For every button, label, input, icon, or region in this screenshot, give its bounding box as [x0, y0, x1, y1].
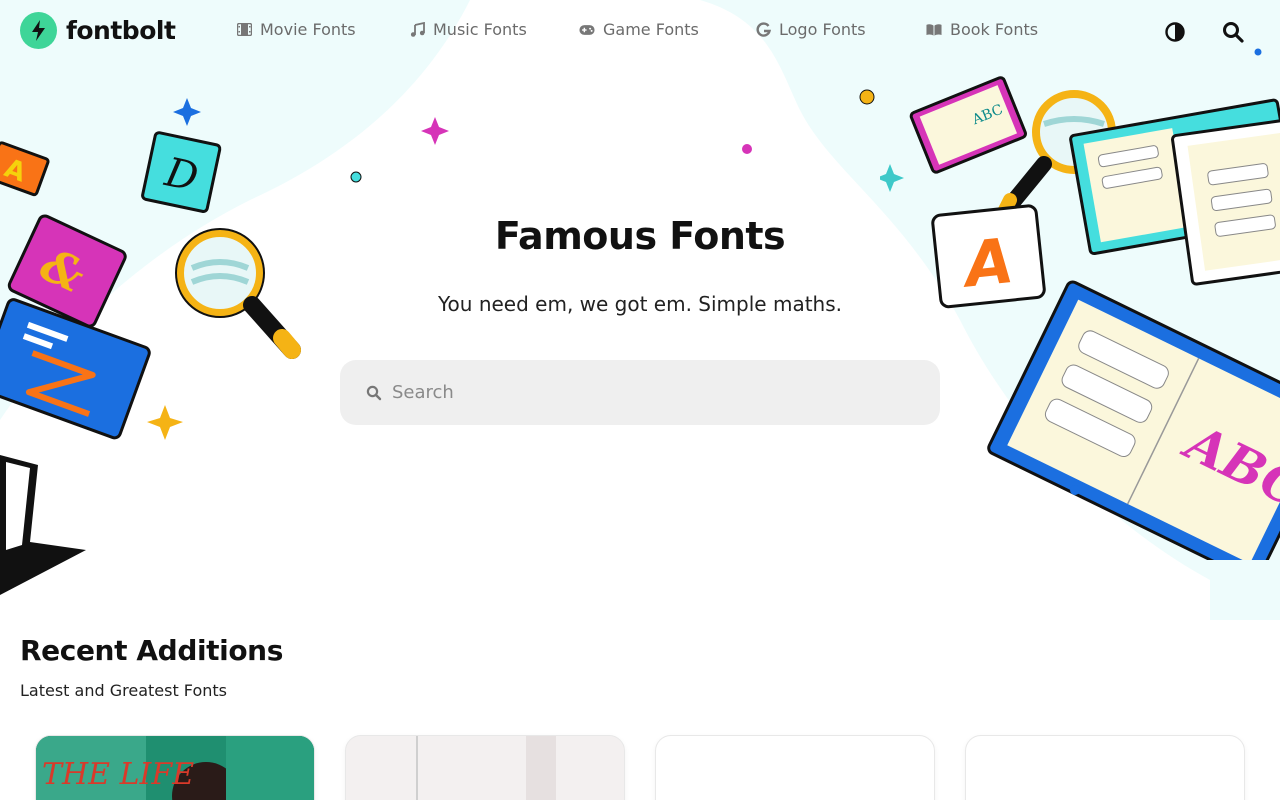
- nav-movie-fonts[interactable]: Movie Fonts: [236, 20, 356, 39]
- font-card[interactable]: THE LIFE: [35, 735, 315, 800]
- contrast-icon: [1165, 22, 1185, 42]
- hero-illustration-center: [350, 89, 875, 183]
- recent-additions-title: Recent Additions: [20, 634, 283, 667]
- music-note-icon: [409, 22, 425, 38]
- site-header: fontbolt Movie Fonts Music Fonts Game Fo…: [0, 0, 1280, 64]
- nav-label: Logo Fonts: [779, 20, 866, 39]
- search-icon: [366, 385, 382, 400]
- search-icon: [1223, 22, 1244, 43]
- nav-book-fonts[interactable]: Book Fonts: [926, 20, 1038, 39]
- logo[interactable]: fontbolt: [20, 12, 176, 49]
- hero-title: Famous Fonts: [494, 214, 786, 258]
- hero-subtitle: You need em, we got em. Simple maths.: [437, 292, 842, 316]
- nav-music-fonts[interactable]: Music Fonts: [409, 20, 527, 39]
- nav-label: Game Fonts: [603, 20, 699, 39]
- font-card-image: [346, 736, 624, 800]
- film-icon: [236, 22, 252, 38]
- recent-additions-subtitle: Latest and Greatest Fonts: [20, 681, 227, 700]
- lightning-bolt-icon: [20, 12, 57, 49]
- g-letter-icon: [755, 22, 771, 38]
- font-card[interactable]: [345, 735, 625, 800]
- font-card-image: THE LIFE: [36, 736, 314, 800]
- nav-label: Music Fonts: [433, 20, 527, 39]
- nav-label: Book Fonts: [950, 20, 1039, 39]
- font-card[interactable]: [655, 735, 935, 800]
- nav-label: Movie Fonts: [260, 20, 356, 39]
- nav-game-fonts[interactable]: Game Fonts: [579, 20, 699, 39]
- header-search-button[interactable]: [1222, 21, 1244, 43]
- hero-search-box[interactable]: [340, 360, 940, 425]
- nav-logo-fonts[interactable]: Logo Fonts: [755, 20, 866, 39]
- font-card[interactable]: [965, 735, 1245, 800]
- hero-illustration-left: A D &: [0, 98, 301, 595]
- search-input[interactable]: [392, 382, 892, 403]
- font-card-title: THE LIFE: [42, 757, 194, 792]
- gamepad-icon: [579, 22, 595, 38]
- logo-text: fontbolt: [66, 16, 176, 45]
- book-open-icon: [926, 22, 942, 38]
- theme-toggle-button[interactable]: [1164, 21, 1186, 43]
